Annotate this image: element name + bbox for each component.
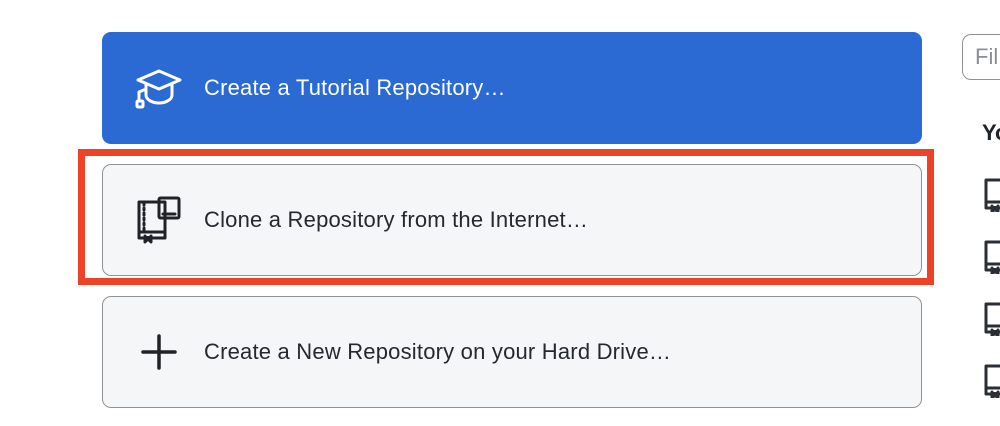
create-new-repository-button[interactable]: Create a New Repository on your Hard Dri… <box>102 296 922 408</box>
create-tutorial-repository-button[interactable]: Create a Tutorial Repository… <box>102 32 922 144</box>
repository-list-item[interactable] <box>982 362 1000 398</box>
mortarboard-icon <box>135 64 183 112</box>
create-new-repository-label: Create a New Repository on your Hard Dri… <box>204 339 672 364</box>
clone-repository-button[interactable]: Clone a Repository from the Internet… <box>102 164 922 276</box>
repo-icon <box>982 362 1000 398</box>
filter-input[interactable] <box>962 34 1000 80</box>
repo-icon <box>982 300 1000 336</box>
plus-icon <box>135 328 183 376</box>
repository-list-item[interactable] <box>982 176 1000 212</box>
create-tutorial-repository-label: Create a Tutorial Repository… <box>204 75 506 100</box>
repository-list-item[interactable] <box>982 300 1000 336</box>
desktop-download-icon <box>135 196 183 244</box>
clone-repository-label: Clone a Repository from the Internet… <box>204 207 589 232</box>
repo-icon <box>982 238 1000 274</box>
repositories-section-heading: Yo <box>982 120 1000 145</box>
repository-list-item[interactable] <box>982 238 1000 274</box>
repo-icon <box>982 176 1000 212</box>
welcome-screen: Create a Tutorial Repository… Clone a Re… <box>0 0 1000 426</box>
